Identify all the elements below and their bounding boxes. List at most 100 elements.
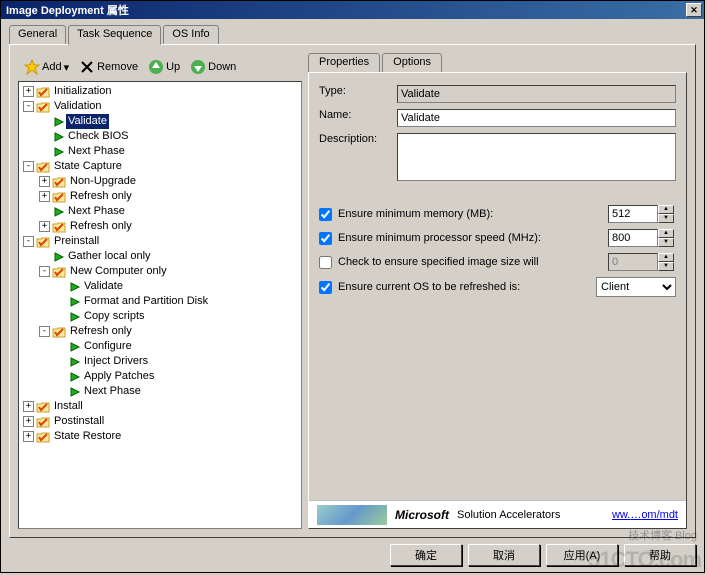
close-button[interactable]: ✕ — [686, 3, 702, 17]
tree-item[interactable]: -State Capture — [23, 159, 299, 174]
tree-item[interactable]: Inject Drivers — [55, 354, 299, 369]
mem-input[interactable] — [608, 205, 658, 223]
tree-expander[interactable]: - — [39, 326, 50, 337]
tab-general[interactable]: General — [9, 25, 66, 45]
cpu-input[interactable] — [608, 229, 658, 247]
tree-item[interactable]: Validate — [55, 279, 299, 294]
titlebar: Image Deployment 属性 ✕ — [1, 1, 704, 19]
cancel-button[interactable]: 取消 — [468, 544, 540, 566]
tree-item[interactable]: Validate — [39, 114, 299, 129]
tree-item-label: Refresh only — [68, 189, 134, 204]
cpu-checkbox[interactable] — [319, 232, 332, 245]
tree-expander[interactable]: + — [23, 431, 34, 442]
tab-os-info[interactable]: OS Info — [163, 25, 218, 45]
tree-item[interactable]: +Postinstall — [23, 414, 299, 429]
tree-item-label: New Computer only — [68, 264, 169, 279]
tree-expander[interactable]: - — [23, 101, 34, 112]
tree-item[interactable]: Next Phase — [39, 204, 299, 219]
tree-item[interactable]: - Preinstall — [23, 234, 299, 249]
tree-item[interactable]: Next Phase — [39, 144, 299, 159]
tree-item[interactable]: -Refresh only — [39, 324, 299, 339]
tree-item-label: Initialization — [52, 84, 113, 99]
tab-properties[interactable]: Properties — [308, 53, 380, 73]
os-checkbox[interactable] — [319, 281, 332, 294]
apply-button[interactable]: 应用(A) — [546, 544, 618, 566]
img-input — [608, 253, 658, 271]
tree-item[interactable]: + Refresh only — [39, 189, 299, 204]
window-title: Image Deployment 属性 — [3, 2, 686, 18]
remove-button[interactable]: Remove — [75, 57, 142, 77]
tree-item[interactable]: Format and Partition Disk — [55, 294, 299, 309]
tab-task-sequence[interactable]: Task Sequence — [68, 25, 161, 45]
tree-item[interactable]: Gather local only — [39, 249, 299, 264]
os-combo[interactable]: Client — [596, 277, 676, 297]
spin-down-icon[interactable]: ▼ — [658, 214, 674, 223]
help-button[interactable]: 帮助 — [624, 544, 696, 566]
step-icon — [52, 206, 64, 218]
tree-expander[interactable]: + — [39, 221, 50, 232]
spin-up-icon[interactable]: ▲ — [658, 229, 674, 238]
tree-item-label: Next Phase — [82, 384, 143, 399]
tree-item[interactable]: +State Restore — [23, 429, 299, 444]
tab-options[interactable]: Options — [382, 53, 442, 73]
step-icon — [68, 386, 80, 398]
tree-item[interactable]: Check BIOS — [39, 129, 299, 144]
down-button[interactable]: Down — [186, 57, 240, 77]
cpu-label: Ensure minimum processor speed (MHz): — [338, 232, 602, 244]
name-label: Name: — [319, 109, 397, 121]
tree-expander[interactable]: + — [23, 86, 34, 97]
x-icon — [79, 59, 95, 75]
folder-icon — [36, 416, 50, 428]
tree-expander[interactable]: + — [39, 176, 50, 187]
tree-expander[interactable]: + — [23, 416, 34, 427]
tree-item[interactable]: Copy scripts — [55, 309, 299, 324]
tree-expander[interactable]: - — [23, 236, 34, 247]
folder-icon — [36, 401, 50, 413]
tree-item[interactable]: Configure — [55, 339, 299, 354]
dialog-window: Image Deployment 属性 ✕ General Task Seque… — [0, 0, 705, 573]
desc-label: Description: — [319, 133, 397, 145]
ok-button[interactable]: 确定 — [390, 544, 462, 566]
tree-expander[interactable]: + — [39, 191, 50, 202]
mem-spinner[interactable]: ▲▼ — [608, 205, 676, 223]
tree-container[interactable]: +Initialization-ValidationValidateCheck … — [18, 81, 302, 529]
name-field[interactable] — [397, 109, 676, 127]
tree-item[interactable]: + Non-Upgrade — [39, 174, 299, 189]
tree-item[interactable]: Next Phase — [55, 384, 299, 399]
tree-item-label: Gather local only — [66, 249, 153, 264]
spin-up-icon[interactable]: ▲ — [658, 205, 674, 214]
cpu-spinner[interactable]: ▲▼ — [608, 229, 676, 247]
tree-item-label: Preinstall — [52, 234, 101, 249]
step-icon — [52, 146, 64, 158]
img-label: Check to ensure specified image size wil… — [338, 256, 602, 268]
tree-item-label: Check BIOS — [66, 129, 131, 144]
folder-icon — [52, 191, 66, 203]
tree-item[interactable]: +Install — [23, 399, 299, 414]
tree-expander[interactable]: - — [39, 266, 50, 277]
deco-icon — [317, 505, 387, 525]
folder-icon — [52, 266, 66, 278]
ms-logo: Microsoft — [395, 508, 449, 522]
folder-icon — [52, 221, 66, 233]
mem-checkbox[interactable] — [319, 208, 332, 221]
tree-item[interactable]: - Validation — [23, 99, 299, 114]
folder-icon — [36, 431, 50, 443]
img-checkbox[interactable] — [319, 256, 332, 269]
mdt-link[interactable]: ww.…om/mdt — [612, 509, 678, 521]
tree-item[interactable]: Apply Patches — [55, 369, 299, 384]
desc-field[interactable] — [397, 133, 676, 181]
tree-item[interactable]: - New Computer only — [39, 264, 299, 279]
tree-item-label: Next Phase — [66, 144, 127, 159]
tree-item-label: Validation — [52, 99, 104, 114]
tree-item[interactable]: + Initialization — [23, 84, 299, 99]
spin-down-icon[interactable]: ▼ — [658, 238, 674, 247]
tree-item-label: Non-Upgrade — [68, 174, 138, 189]
up-button[interactable]: Up — [144, 57, 184, 77]
type-field — [397, 85, 676, 103]
add-button[interactable]: Add ▾ — [20, 57, 73, 77]
tree-expander[interactable]: - — [23, 161, 34, 172]
tree-expander[interactable]: + — [23, 401, 34, 412]
step-icon — [68, 296, 80, 308]
spin-up-icon: ▲ — [658, 253, 674, 262]
tree-item[interactable]: +Refresh only — [39, 219, 299, 234]
